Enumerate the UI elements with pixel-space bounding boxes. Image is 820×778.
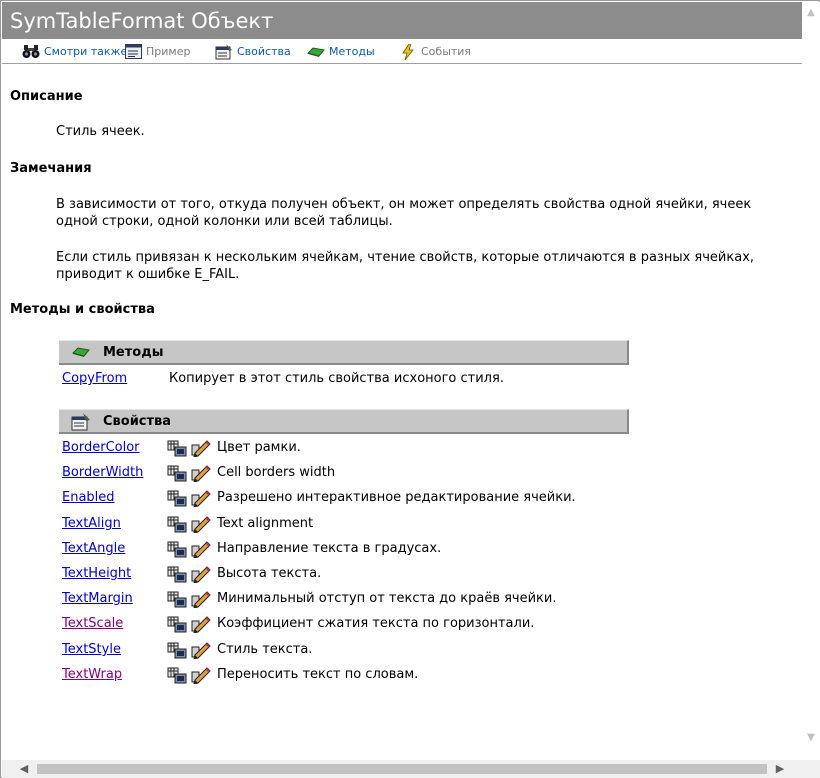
property-description: Высота текста. [217,566,322,581]
set-property-icon [191,540,211,559]
set-property-icon [191,666,211,685]
see-also-label: Смотри также [44,45,128,58]
get-property-icon [167,515,187,533]
set-property-icon [191,464,211,483]
property-row: TextAlign Text alignment [62,514,782,534]
properties-table-header: Свойства [59,409,629,434]
scroll-left-icon[interactable]: ◀ [18,763,30,774]
scroll-right-icon[interactable]: ▶ [774,763,786,774]
property-link-textscale[interactable]: TextScale [62,616,123,631]
methods-table-header: Методы [59,340,629,365]
get-property-icon [167,641,187,659]
set-property-icon [191,615,211,634]
property-row: TextWrap Переносить текст по словам. [62,665,782,685]
methods-table-title: Методы [103,345,164,360]
get-property-icon [167,666,187,684]
property-row: TextStyle Стиль текста. [62,640,782,660]
scroll-down-icon[interactable]: ▼ [805,733,817,743]
example-label: Пример [146,45,191,58]
property-row: TextAngle Направление текста в градусах. [62,539,782,559]
set-property-icon [191,565,211,584]
property-link-textstyle[interactable]: TextStyle [62,642,121,657]
set-property-icon [191,489,211,508]
property-description: Минимальный отступ от текста до краёв яч… [217,591,557,606]
get-property-icon [167,464,187,482]
toolbar: Смотри также Пример Свойства Методы Собы… [2,39,802,64]
binoculars-icon [22,43,40,60]
method-row: CopyFrom Копирует в этот стиль свойства … [62,369,782,389]
set-property-icon [191,439,211,458]
description-text: Стиль ячеек. [56,124,145,139]
method-link-copyfrom[interactable]: CopyFrom [62,371,127,386]
property-description: Переносить текст по словам. [217,667,419,682]
scrollbar-corner [802,760,820,778]
properties-icon [71,413,91,431]
events-label: События [421,45,472,58]
lightning-icon [399,43,417,60]
property-link-textmargin[interactable]: TextMargin [62,591,133,606]
property-link-textangle[interactable]: TextAngle [62,541,125,556]
scroll-up-icon[interactable]: ▲ [805,8,817,18]
remarks-heading: Замечания [10,161,92,176]
set-property-icon [191,515,211,534]
property-row: BorderWidth Cell borders width [62,463,782,483]
property-link-textwrap[interactable]: TextWrap [62,667,122,682]
get-property-icon [167,540,187,558]
get-property-icon [167,615,187,633]
property-link-enabled[interactable]: Enabled [62,490,115,505]
property-link-textheight[interactable]: TextHeight [62,566,131,581]
property-description: Стиль текста. [217,642,313,657]
events-button[interactable]: События [399,42,471,61]
content-area: Описание Стиль ячеек. Замечания В зависи… [2,65,802,759]
property-row: TextScale Коэффициент сжатия текста по го… [62,614,782,634]
property-row: Enabled Разрешено интерактивное редактиро… [62,488,782,508]
property-row: TextMargin Минимальный отступ от текста д… [62,589,782,609]
property-description: Text alignment [217,516,314,531]
property-link-textalign[interactable]: TextAlign [62,516,121,531]
vertical-scrollbar[interactable]: ▲ ▼ [802,2,820,760]
set-property-icon [191,590,211,609]
page-title: SymTableFormat Объект [10,9,274,33]
get-property-icon [167,439,187,457]
get-property-icon [167,565,187,583]
remarks-paragraph-2: Если стиль привязан к нескольким ячейкам… [56,250,755,282]
properties-icon [215,43,233,60]
methods-label: Методы [329,45,375,58]
method-description: Копирует в этот стиль свойства исхоного … [169,371,504,386]
help-window: SymTableFormat Объект Смотри также Приме… [0,0,820,778]
title-bar: SymTableFormat Объект [2,2,802,39]
property-row: TextHeight Высота текста. [62,564,782,584]
property-description: Цвет рамки. [217,440,301,455]
properties-label: Свойства [237,45,291,58]
property-description: Коэффициент сжатия текста по горизонтали… [217,616,535,631]
example-button[interactable]: Пример [124,42,190,61]
properties-table-title: Свойства [103,414,172,429]
methods-button[interactable]: Методы [307,42,375,61]
horizontal-scroll-thumb[interactable] [37,764,767,774]
properties-button[interactable]: Свойства [215,42,291,61]
see-also-button[interactable]: Смотри также [22,42,127,61]
set-property-icon [191,641,211,660]
method-icon [71,344,91,361]
property-link-borderwidth[interactable]: BorderWidth [62,465,143,480]
property-link-bordercolor[interactable]: BorderColor [62,440,140,455]
get-property-icon [167,489,187,507]
property-description: Cell borders width [217,465,336,480]
horizontal-scrollbar[interactable]: ◀ ▶ [2,760,802,778]
get-property-icon [167,590,187,608]
property-row: BorderColor Цвет рамки. [62,438,782,458]
method-icon [307,43,325,60]
property-description: Разрешено интерактивное редактирование я… [217,490,576,505]
remarks-paragraph-1: В зависимости от того, откуда получен об… [56,197,752,229]
description-heading: Описание [10,89,83,104]
example-icon [124,43,142,60]
members-heading: Методы и свойства [10,302,155,317]
property-description: Направление текста в градусах. [217,541,442,556]
